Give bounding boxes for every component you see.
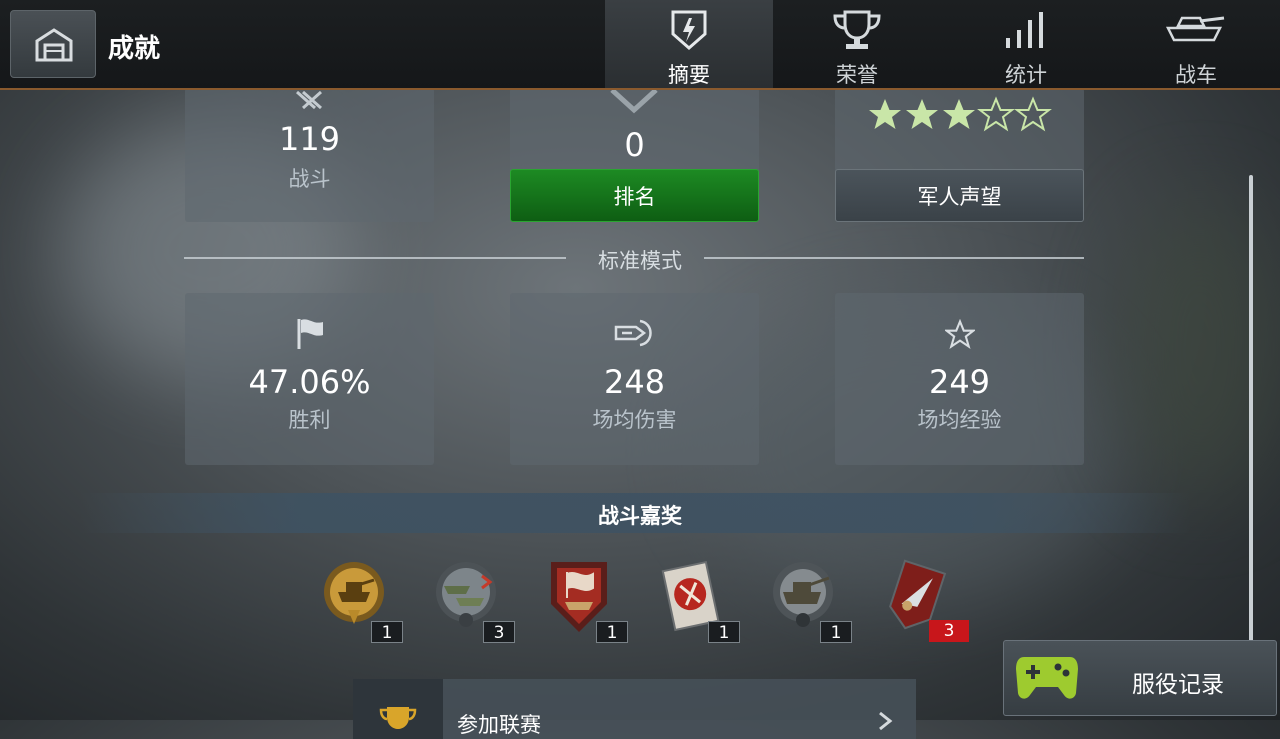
scrollbar[interactable] [1249, 175, 1253, 645]
top-bar: 成就 摘要 荣誉 统计 战车 [0, 0, 1280, 90]
star-outline-icon [945, 319, 975, 349]
medal-count-badge: 3 [483, 621, 515, 643]
tab-summary[interactable]: 摘要 [605, 0, 773, 88]
stat-card-damage: 248 场均伤害 [510, 293, 759, 465]
reputation-button[interactable]: 军人声望 [835, 169, 1084, 222]
trophy-icon [833, 10, 881, 49]
garage-icon [35, 28, 73, 62]
medal-count-ribbon: 3 [929, 620, 969, 642]
tab-stats-label: 统计 [1005, 63, 1047, 87]
gamepad-icon [1016, 657, 1078, 699]
tab-vehicles[interactable]: 战车 [1112, 0, 1280, 88]
rank-value: 0 [624, 126, 645, 164]
service-record-label: 服役记录 [1132, 672, 1224, 698]
crossed-shells-icon [296, 90, 322, 110]
battles-label: 战斗 [288, 167, 331, 191]
medal-count-badge: 1 [820, 621, 852, 643]
medal-count-badge: 1 [371, 621, 403, 643]
service-record-button[interactable]: 服役记录 [1003, 640, 1277, 716]
rank-card: 0 排名 [510, 88, 759, 222]
garage-home-button[interactable] [10, 10, 96, 78]
tab-honors-label: 荣誉 [836, 63, 878, 87]
stat-card-experience: 249 场均经验 [835, 293, 1084, 465]
shell-damage-icon [614, 319, 652, 347]
league-label: 参加联赛 [457, 713, 541, 737]
star-empty-icon [1014, 96, 1052, 132]
reputation-stars [867, 96, 1057, 136]
battles-card: 119 战斗 [185, 88, 434, 222]
medal-count-badge: 1 [708, 621, 740, 643]
stats-bars-icon [1006, 12, 1043, 48]
medal-count-badge: 1 [596, 621, 628, 643]
stat-card-winrate: 47.06% 胜利 [185, 293, 434, 465]
winrate-value: 47.06% [248, 363, 371, 401]
tank-icon [1165, 16, 1225, 42]
awards-title: 战斗嘉奖 [598, 504, 682, 528]
experience-label: 场均经验 [917, 408, 1002, 432]
star-filled-icon [943, 99, 975, 129]
battles-value: 119 [278, 120, 341, 158]
league-row[interactable]: 参加联赛 [353, 679, 916, 739]
rank-button[interactable]: 排名 [510, 169, 759, 222]
tab-vehicles-label: 战车 [1175, 63, 1217, 87]
winrate-label: 胜利 [288, 408, 331, 432]
gold-cup-icon [379, 707, 417, 729]
mode-title: 标准模式 [598, 249, 682, 273]
tab-stats[interactable]: 统计 [942, 0, 1110, 88]
page-title: 成就 [108, 34, 161, 64]
flag-icon [297, 319, 323, 349]
damage-label: 场均伤害 [592, 408, 677, 432]
summary-shield-icon [671, 10, 707, 50]
tab-honors[interactable]: 荣誉 [773, 0, 941, 88]
star-empty-icon [977, 96, 1015, 132]
star-filled-icon [906, 99, 938, 129]
reputation-card: 军人声望 [835, 88, 1084, 222]
experience-value: 249 [928, 363, 991, 401]
damage-value: 248 [603, 363, 666, 401]
rank-chevron-icon [610, 88, 658, 114]
tab-summary-label: 摘要 [668, 63, 710, 87]
chevron-right-icon [879, 711, 893, 731]
star-filled-icon [869, 99, 901, 129]
